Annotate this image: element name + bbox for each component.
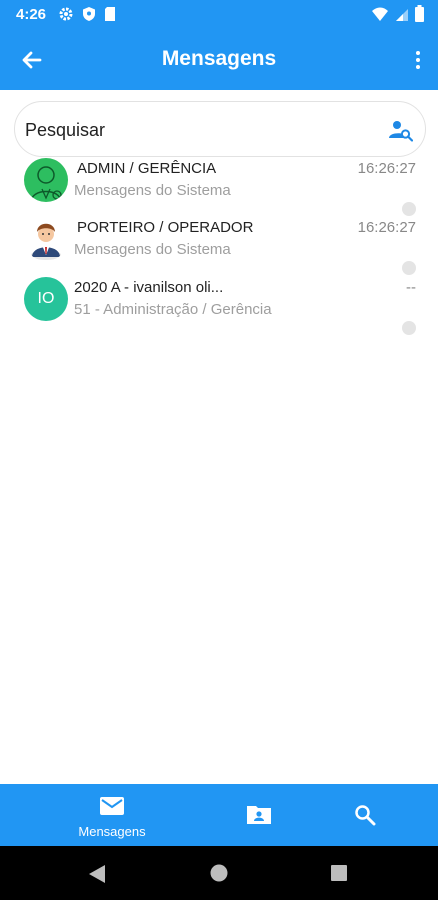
search-placeholder: Pesquisar <box>25 120 106 140</box>
contact-name: PORTEIRO / OPERADOR <box>77 219 254 236</box>
contact-name: ADMIN / GERÊNCIA <box>77 160 217 177</box>
system-home-icon[interactable] <box>210 864 228 887</box>
message-time: -- <box>406 279 416 296</box>
wifi-icon <box>371 6 389 27</box>
more-options-icon[interactable] <box>412 48 424 72</box>
battery-icon <box>415 5 424 27</box>
status-time: 4:26 <box>16 6 47 23</box>
message-time: 16:26:27 <box>357 219 416 236</box>
mail-icon <box>100 796 124 821</box>
list-item[interactable]: ADMIN / GERÊNCIA Mensagens do Sistema 16… <box>0 158 438 217</box>
bottom-nav: Mensagens <box>0 784 438 846</box>
page-title: Mensagens <box>161 47 277 70</box>
unread-indicator <box>402 321 416 335</box>
admin-avatar-icon <box>24 158 68 202</box>
nav-item-search[interactable] <box>352 784 382 846</box>
search-user-icon[interactable] <box>389 118 414 142</box>
settings-status-icon <box>58 6 74 27</box>
nav-label-messages: Mensagens <box>78 824 146 839</box>
cell-signal-icon <box>395 6 409 27</box>
message-subtitle: Mensagens do Sistema <box>74 182 231 199</box>
search-icon <box>354 804 376 831</box>
system-back-icon[interactable] <box>88 864 106 889</box>
contact-name: 2020 A - ivanilson oli... <box>74 279 224 296</box>
system-recent-apps-icon[interactable] <box>331 865 347 886</box>
system-nav-bar <box>0 846 438 900</box>
nav-item-contacts[interactable] <box>245 784 275 846</box>
search-input[interactable]: Pesquisar <box>14 101 426 157</box>
unread-indicator <box>402 261 416 275</box>
sim-card-status-icon <box>104 6 116 27</box>
list-item[interactable]: IO 2020 A - ivanilson oli... 51 - Admini… <box>0 277 438 336</box>
initials-avatar: IO <box>24 277 68 321</box>
shield-status-icon <box>82 6 96 27</box>
message-time: 16:26:27 <box>357 160 416 177</box>
message-subtitle: Mensagens do Sistema <box>74 241 231 258</box>
status-bar: 4:26 <box>0 0 438 30</box>
message-subtitle: 51 - Administração / Gerência <box>74 301 272 318</box>
contacts-folder-icon <box>247 804 271 829</box>
nav-item-messages[interactable]: Mensagens <box>67 784 157 846</box>
app-bar: Mensagens <box>0 30 438 90</box>
doorman-avatar-icon <box>24 217 68 261</box>
unread-indicator <box>402 202 416 216</box>
list-item[interactable]: PORTEIRO / OPERADOR Mensagens do Sistema… <box>0 217 438 276</box>
